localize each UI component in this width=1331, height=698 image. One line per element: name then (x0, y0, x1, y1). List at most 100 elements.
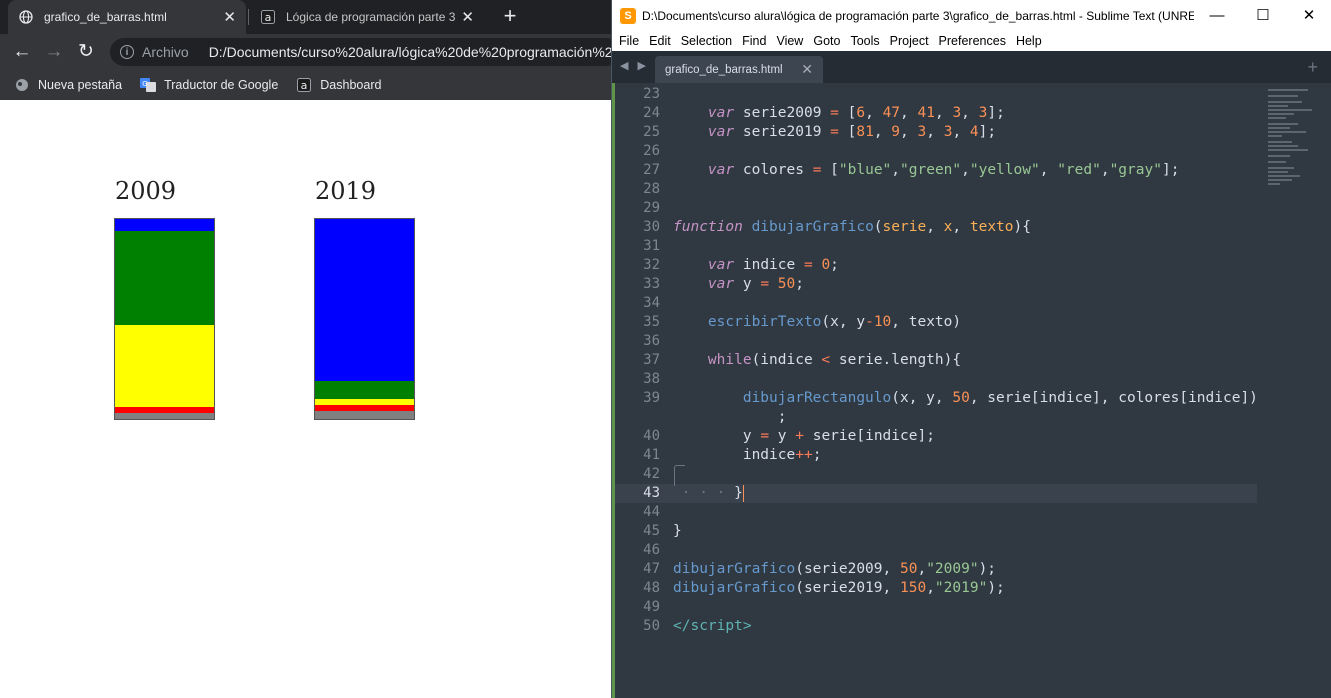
minimap-line (1268, 127, 1290, 129)
code-line: var y = 50; (707, 276, 804, 292)
code-line: function dibujarGrafico(serie, x, texto)… (673, 219, 1031, 235)
globe-icon (14, 77, 30, 93)
minimap-line (1268, 131, 1306, 133)
sublime-tab-bar: ◀ ▶ grafico_de_barras.html ✕ + (612, 51, 1331, 83)
code-minimap[interactable] (1260, 83, 1331, 193)
bar-segment-blue (115, 219, 214, 231)
menu-find[interactable]: Find (742, 34, 766, 48)
sublime-title-bar: S D:\Documents\curso alura\lógica de pro… (612, 0, 1331, 31)
svg-text:G: G (142, 80, 147, 88)
modified-lines-indicator (612, 83, 615, 698)
line-number: 23 (643, 86, 660, 102)
menu-selection[interactable]: Selection (681, 34, 732, 48)
line-number: 29 (643, 200, 660, 216)
line-number: 26 (643, 143, 660, 159)
web-page-canvas: 2009 2019 (0, 102, 611, 698)
google-translate-icon: G (140, 77, 157, 93)
new-tab-button[interactable]: + (498, 5, 522, 29)
svg-text:a: a (265, 11, 272, 24)
minimap-line (1268, 117, 1286, 119)
menu-project[interactable]: Project (890, 34, 929, 48)
file-tab-label: grafico_de_barras.html (665, 63, 783, 76)
code-line: } (673, 523, 682, 539)
line-number: 39 (643, 390, 660, 406)
code-line: indice++; (673, 447, 822, 463)
line-number: 43 (643, 485, 660, 501)
minimap-line (1268, 123, 1298, 125)
address-bar[interactable]: i Archivo D:/Documents/curso%20alura/lóg… (110, 38, 611, 66)
tab-divider (248, 9, 249, 25)
close-tab-icon[interactable]: ✕ (461, 8, 474, 26)
bookmark-label: Dashboard (320, 78, 382, 92)
minimap-line (1268, 101, 1302, 103)
menu-file[interactable]: File (619, 34, 639, 48)
bookmarks-bar: Nueva pestaña G Traductor de Google a Da… (0, 70, 611, 100)
code-line: var indice = 0; (707, 257, 839, 273)
line-number: 27 (643, 162, 660, 178)
browser-tab-active[interactable]: grafico_de_barras.html ✕ (8, 0, 246, 34)
new-file-plus-icon[interactable]: + (1307, 57, 1318, 78)
menu-tools[interactable]: Tools (850, 34, 879, 48)
minimize-icon[interactable]: — (1194, 0, 1240, 31)
menu-help[interactable]: Help (1016, 34, 1042, 48)
line-number: 33 (643, 276, 660, 292)
code-line: escribirTexto(x, y-10, texto) (707, 314, 962, 330)
address-scheme: Archivo (142, 44, 189, 60)
alura-icon: a (296, 77, 312, 93)
stacked-bar-2019 (314, 218, 415, 420)
browser-window: grafico_de_barras.html ✕ a Lógica de pro… (0, 0, 611, 698)
line-number: 34 (643, 295, 660, 311)
tab-title: Lógica de programación parte 3: (286, 10, 456, 24)
line-number: 44 (643, 504, 660, 520)
menu-edit[interactable]: Edit (649, 34, 671, 48)
line-number: 24 (643, 105, 660, 121)
line-number: 36 (643, 333, 660, 349)
line-number: 25 (643, 124, 660, 140)
reload-icon[interactable]: ↻ (74, 40, 98, 64)
browser-tab-strip: grafico_de_barras.html ✕ a Lógica de pro… (0, 0, 611, 34)
code-editor[interactable]: 23 24 25 26 27 28 29 30 31 32 33 34 35 36 37 38 39 40 41 42… (612, 83, 1331, 698)
line-number: 30 (643, 219, 660, 235)
forward-arrow-icon[interactable]: → (42, 40, 66, 64)
back-arrow-icon[interactable]: ← (10, 40, 34, 64)
code-line: </script> (673, 618, 752, 634)
minimap-line (1268, 135, 1282, 137)
browser-tab-inactive[interactable]: a Lógica de programación parte 3: ✕ (250, 0, 484, 34)
info-icon[interactable]: i (120, 45, 134, 59)
minimap-line (1268, 109, 1312, 111)
minimap-line (1268, 155, 1290, 157)
file-tab[interactable]: grafico_de_barras.html ✕ (655, 56, 823, 83)
line-number: 28 (643, 181, 660, 197)
bookmark-traductor[interactable]: G Traductor de Google (140, 77, 278, 93)
line-number: 38 (643, 371, 660, 387)
line-number: 50 (643, 618, 660, 634)
minimap-line (1268, 145, 1298, 147)
line-number (620, 408, 660, 427)
minimap-line (1268, 105, 1288, 107)
close-tab-icon[interactable]: ✕ (223, 8, 236, 26)
minimap-line (1268, 95, 1298, 97)
code-line-current: · · · } (673, 484, 745, 502)
bar-segment-green (315, 381, 414, 399)
bookmark-nueva-pestana[interactable]: Nueva pestaña (14, 77, 122, 93)
menu-goto[interactable]: Goto (813, 34, 840, 48)
minimap-line (1268, 149, 1308, 151)
menu-view[interactable]: View (776, 34, 803, 48)
maximize-icon[interactable]: ☐ (1240, 0, 1286, 31)
menu-preferences[interactable]: Preferences (939, 34, 1006, 48)
close-file-tab-icon[interactable]: ✕ (801, 61, 813, 78)
close-icon[interactable]: ✕ (1286, 0, 1331, 31)
line-number: 48 (643, 580, 660, 596)
line-number: 45 (643, 523, 660, 539)
line-number: 31 (643, 238, 660, 254)
tab-scroll-arrows-icon[interactable]: ◀ ▶ (620, 59, 649, 72)
minimap-line (1268, 141, 1292, 143)
alura-icon: a (260, 9, 276, 25)
sublime-menu-bar: File Edit Selection Find View Goto Tools… (612, 31, 1331, 51)
bookmark-dashboard[interactable]: a Dashboard (296, 77, 381, 93)
chart-label-2009: 2009 (115, 177, 177, 205)
minimap-line (1268, 167, 1294, 169)
bar-segment-blue (315, 219, 414, 381)
line-number: 47 (643, 561, 660, 577)
code-line: dibujarRectangulo(x, y, 50, serie[indice… (742, 390, 1258, 406)
